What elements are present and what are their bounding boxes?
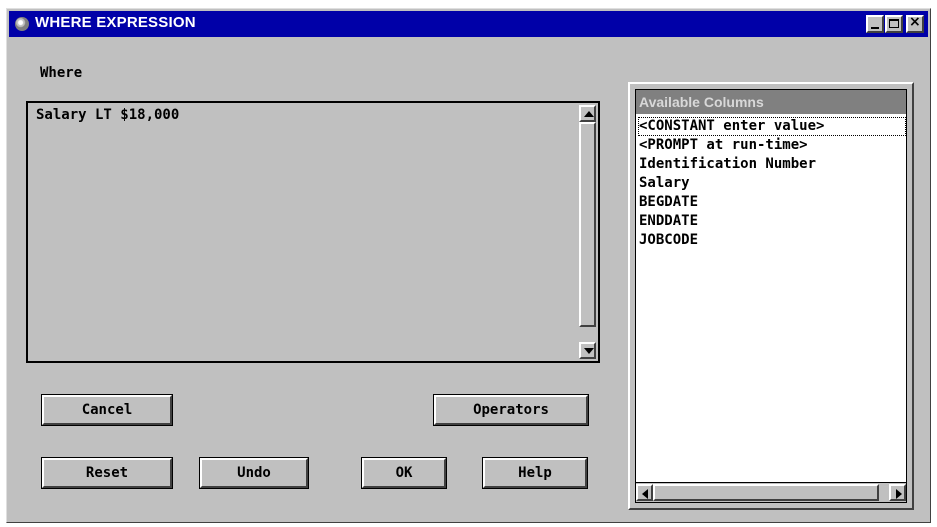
minimize-button[interactable] (866, 15, 884, 33)
list-item[interactable]: <PROMPT at run-time> (638, 136, 906, 155)
app-icon[interactable] (15, 17, 29, 31)
window-title: WHERE EXPRESSION (35, 14, 196, 31)
list-item[interactable]: Identification Number (638, 155, 906, 174)
close-icon: × (909, 14, 921, 30)
available-columns-header: Available Columns (636, 90, 906, 114)
scroll-left-button[interactable] (636, 484, 653, 501)
operators-button[interactable]: Operators (433, 394, 589, 426)
list-item[interactable]: ENDDATE (638, 212, 906, 231)
minimize-icon (871, 27, 879, 29)
where-expression-window: WHERE EXPRESSION × Where Salary LT $18,0… (6, 8, 931, 523)
arrow-left-icon (642, 489, 648, 499)
column-items: <CONSTANT enter value> <PROMPT at run-ti… (638, 117, 906, 250)
scroll-up-button[interactable] (579, 105, 596, 122)
available-columns-listbox[interactable]: Available Columns <CONSTANT enter value>… (628, 82, 914, 510)
list-item[interactable]: <CONSTANT enter value> (638, 117, 906, 136)
reset-button[interactable]: Reset (41, 457, 173, 489)
where-label: Where (40, 65, 83, 81)
maximize-button[interactable] (885, 15, 903, 33)
help-button[interactable]: Help (482, 457, 588, 489)
close-button[interactable]: × (906, 14, 924, 33)
arrow-right-icon (896, 489, 902, 499)
where-expression-text[interactable]: Salary LT $18,000 (36, 107, 179, 123)
title-bar[interactable]: WHERE EXPRESSION × (9, 11, 928, 37)
scroll-down-button[interactable] (579, 342, 596, 359)
list-item[interactable]: BEGDATE (638, 193, 906, 212)
list-item[interactable]: Salary (638, 174, 906, 193)
arrow-down-icon (584, 348, 594, 354)
vertical-scrollbar[interactable] (579, 105, 596, 359)
maximize-icon (889, 19, 899, 28)
where-expression-textarea[interactable]: Salary LT $18,000 (26, 101, 600, 363)
horizontal-scrollbar[interactable] (636, 482, 906, 502)
horizontal-scroll-thumb[interactable] (653, 484, 879, 501)
scroll-thumb[interactable] (579, 122, 596, 327)
cancel-button[interactable]: Cancel (41, 394, 173, 426)
ok-button[interactable]: OK (361, 457, 447, 489)
arrow-up-icon (584, 111, 594, 117)
available-columns-list[interactable]: Available Columns <CONSTANT enter value>… (635, 89, 907, 503)
undo-button[interactable]: Undo (199, 457, 309, 489)
list-item[interactable]: JOBCODE (638, 231, 906, 250)
scroll-right-button[interactable] (889, 484, 906, 501)
